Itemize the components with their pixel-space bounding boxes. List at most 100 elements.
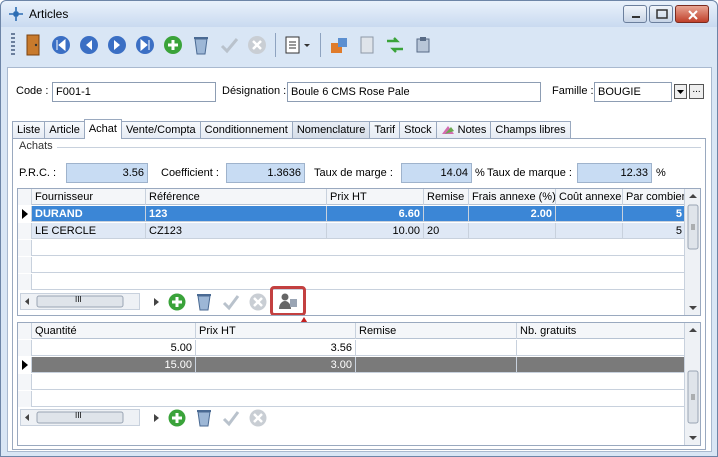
cell-reference[interactable]: 123 bbox=[146, 206, 327, 222]
cell-reference[interactable]: CZ123 bbox=[146, 223, 327, 239]
tab-tarif[interactable]: Tarif bbox=[369, 121, 401, 139]
cell-remise[interactable] bbox=[424, 206, 469, 222]
cell-prix-ht[interactable]: 6.60 bbox=[327, 206, 424, 222]
table-row-empty[interactable] bbox=[18, 274, 686, 290]
col-frais-annexe[interactable]: Frais annexe (%) bbox=[469, 189, 556, 205]
tab-liste[interactable]: Liste bbox=[12, 121, 46, 139]
next-record-icon[interactable] bbox=[104, 32, 130, 58]
tab-champs-libres[interactable]: Champs libres bbox=[490, 121, 571, 139]
suppliers-horizontal-scrollbar[interactable]: III bbox=[20, 293, 140, 310]
tab-achat[interactable]: Achat bbox=[83, 119, 122, 139]
famille-more-button[interactable]: ... bbox=[689, 84, 704, 99]
cell-quantite[interactable]: 5.00 bbox=[32, 340, 196, 356]
col-cout-annexe[interactable]: Coût annexe bbox=[556, 189, 623, 205]
famille-dropdown-button[interactable] bbox=[674, 84, 687, 99]
col-quantite[interactable]: Quantité bbox=[32, 323, 196, 339]
delete-record-icon[interactable] bbox=[188, 32, 214, 58]
minimize-button[interactable] bbox=[623, 5, 647, 23]
tab-notes[interactable]: Notes bbox=[435, 121, 492, 139]
cell-fournisseur[interactable]: DURAND bbox=[32, 206, 146, 222]
add-record-icon[interactable] bbox=[160, 32, 186, 58]
maximize-button[interactable] bbox=[649, 5, 673, 23]
delete-quantity-icon[interactable] bbox=[193, 407, 215, 429]
code-input[interactable] bbox=[52, 82, 216, 102]
delete-supplier-icon[interactable] bbox=[193, 291, 215, 313]
exit-door-icon[interactable] bbox=[20, 32, 46, 58]
table-row-empty[interactable] bbox=[18, 240, 686, 256]
tools-icon[interactable] bbox=[326, 32, 352, 58]
archive-icon[interactable] bbox=[410, 32, 436, 58]
table-row[interactable]: DURAND 123 6.60 2.00 5 bbox=[18, 206, 686, 222]
close-button[interactable] bbox=[675, 5, 709, 23]
table-row-empty[interactable] bbox=[18, 391, 686, 407]
supplier-contact-icon[interactable] bbox=[277, 290, 299, 312]
suppliers-grid: Fournisseur Référence Prix HT Remise Fra… bbox=[17, 188, 701, 316]
taux-marge-input[interactable] bbox=[401, 163, 472, 183]
table-row[interactable]: 15.00 3.00 bbox=[18, 357, 686, 373]
cell-frais-annexe[interactable]: 2.00 bbox=[469, 206, 556, 222]
cell-cout-annexe[interactable] bbox=[556, 223, 623, 239]
col-remise[interactable]: Remise bbox=[424, 189, 469, 205]
add-supplier-icon[interactable] bbox=[166, 291, 188, 313]
tab-article[interactable]: Article bbox=[44, 121, 85, 139]
tab-conditionnement[interactable]: Conditionnement bbox=[199, 121, 293, 139]
cell-remise[interactable] bbox=[356, 357, 517, 373]
cell-remise[interactable]: 20 bbox=[424, 223, 469, 239]
select-all-checkbox[interactable] bbox=[18, 189, 32, 205]
validate-quantity-icon bbox=[220, 407, 242, 429]
scroll-right-arrow[interactable] bbox=[152, 413, 160, 423]
cell-prix-ht[interactable]: 3.00 bbox=[196, 357, 356, 373]
cell-par-combien[interactable]: 5 bbox=[623, 223, 686, 239]
cell-quantite[interactable]: 15.00 bbox=[32, 357, 196, 373]
cell-cout-annexe[interactable] bbox=[556, 206, 623, 222]
cell-prix-ht[interactable]: 10.00 bbox=[327, 223, 424, 239]
cell-prix-ht[interactable]: 3.56 bbox=[196, 340, 356, 356]
toolbar-grip[interactable] bbox=[11, 33, 15, 57]
cell-nb-gratuits[interactable] bbox=[517, 340, 686, 356]
col-reference[interactable]: Référence bbox=[146, 189, 327, 205]
famille-input[interactable] bbox=[594, 82, 672, 102]
cell-par-combien[interactable]: 5 bbox=[623, 206, 686, 222]
previous-record-icon[interactable] bbox=[76, 32, 102, 58]
tab-vente-compta[interactable]: Vente/Compta bbox=[120, 121, 201, 139]
scroll-grip: III bbox=[75, 295, 82, 304]
col-prix-ht[interactable]: Prix HT bbox=[327, 189, 424, 205]
first-record-icon[interactable] bbox=[48, 32, 74, 58]
add-quantity-icon[interactable] bbox=[166, 407, 188, 429]
cell-remise[interactable] bbox=[356, 340, 517, 356]
cell-frais-annexe[interactable] bbox=[469, 223, 556, 239]
tab-nomenclature[interactable]: Nomenclature bbox=[291, 121, 371, 139]
col-prix-ht[interactable]: Prix HT bbox=[196, 323, 356, 339]
document-icon[interactable] bbox=[354, 32, 380, 58]
taux-marque-input[interactable] bbox=[577, 163, 652, 183]
suppliers-grid-header: Fournisseur Référence Prix HT Remise Fra… bbox=[18, 189, 686, 205]
quantities-horizontal-scrollbar[interactable]: III bbox=[20, 409, 140, 426]
scroll-right-arrow[interactable] bbox=[152, 297, 160, 307]
cell-nb-gratuits[interactable] bbox=[517, 357, 686, 373]
last-record-icon[interactable] bbox=[132, 32, 158, 58]
toolbar-separator bbox=[275, 33, 276, 57]
suppliers-vertical-scrollbar[interactable] bbox=[684, 189, 700, 315]
col-fournisseur[interactable]: Fournisseur bbox=[32, 189, 146, 205]
main-toolbar bbox=[7, 30, 437, 60]
print-menu-icon[interactable] bbox=[281, 32, 315, 58]
designation-input[interactable] bbox=[287, 82, 541, 102]
tab-stock[interactable]: Stock bbox=[399, 121, 437, 139]
window-title: Articles bbox=[29, 7, 69, 21]
col-par-combien[interactable]: Par combien bbox=[623, 189, 686, 205]
table-row-empty[interactable] bbox=[18, 374, 686, 390]
col-nb-gratuits[interactable]: Nb. gratuits bbox=[517, 323, 686, 339]
articles-app-icon bbox=[9, 7, 23, 21]
coefficient-input[interactable] bbox=[226, 163, 305, 183]
select-all-checkbox[interactable] bbox=[18, 323, 32, 339]
table-row[interactable]: 5.00 3.56 bbox=[18, 340, 686, 356]
cell-fournisseur[interactable]: LE CERCLE bbox=[32, 223, 146, 239]
row-indicator bbox=[18, 340, 32, 356]
prc-input[interactable] bbox=[66, 163, 148, 183]
table-row-empty[interactable] bbox=[18, 257, 686, 273]
toolbar-separator-2 bbox=[320, 33, 321, 57]
quantities-vertical-scrollbar[interactable] bbox=[684, 323, 700, 445]
col-remise[interactable]: Remise bbox=[356, 323, 517, 339]
transfer-icon[interactable] bbox=[382, 32, 408, 58]
table-row[interactable]: LE CERCLE CZ123 10.00 20 5 bbox=[18, 223, 686, 239]
